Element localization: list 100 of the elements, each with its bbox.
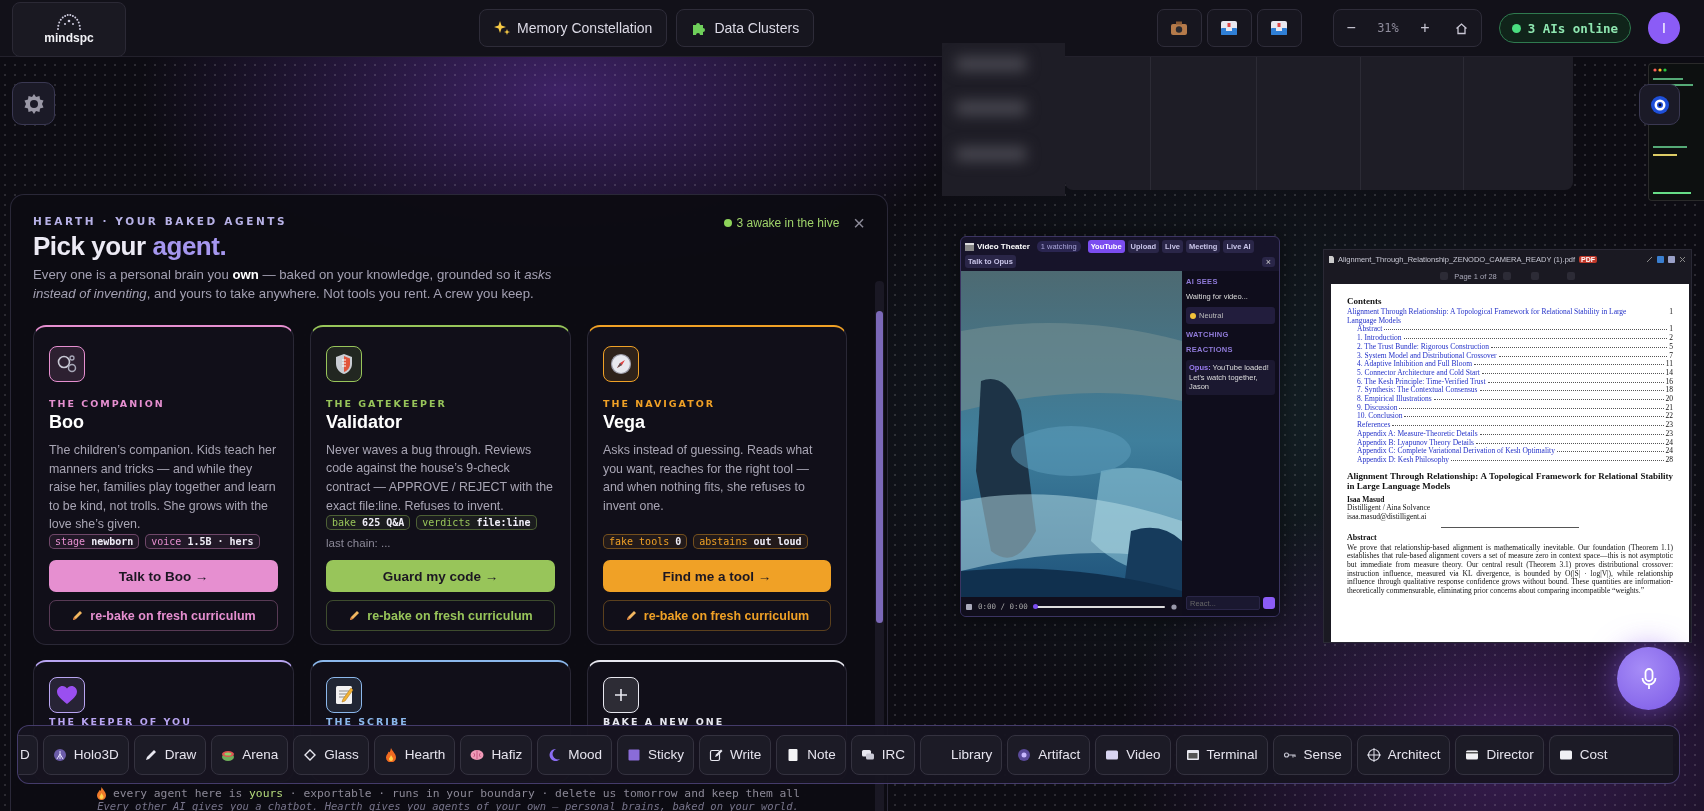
dock-item[interactable]: Sense (1272, 734, 1352, 775)
online-status: 3 AIs online (1498, 13, 1631, 43)
agent-tag: verdicts file:line (416, 515, 537, 531)
crayon-icon (348, 609, 362, 623)
edit-icon (708, 747, 723, 762)
document-title: Alignment Through Relationship: A Topological Framework for Relational Stability in Large Language Models (1347, 470, 1673, 492)
dock-item[interactable]: Library (920, 734, 1003, 775)
window-title: Video Theater (977, 242, 1030, 251)
panel-title: Pick your (33, 231, 146, 262)
expand-icon (1646, 255, 1653, 263)
agent-role: THE GATEKEEPER (326, 397, 448, 409)
agent-name: Boo (49, 412, 85, 433)
dock-item[interactable]: Note (776, 734, 846, 775)
crayon-icon (71, 609, 85, 622)
nav-button[interactable]: Memory Constellation (479, 9, 668, 47)
dock-item[interactable]: Director (1455, 734, 1544, 775)
notepad-icon (334, 684, 354, 706)
sparkle-icon (494, 20, 510, 36)
dock-item[interactable]: Terminal (1175, 734, 1268, 775)
window-icon (1185, 747, 1200, 762)
file-icon (1329, 255, 1334, 263)
dock-item[interactable]: Architect (1356, 734, 1451, 775)
agent-note: last chain: ... (326, 537, 392, 550)
dock-item[interactable]: IRC (850, 734, 915, 775)
avatar[interactable]: I (1648, 12, 1680, 44)
footer-text: every agent here is yours · exportable · runs in your boundary · delete us tomorrow and keep them all (113, 787, 800, 800)
dock-item[interactable]: D (18, 734, 38, 775)
section-label: HEARTH · YOUR BAKED AGENTS (33, 215, 288, 227)
dock-item[interactable]: Hearth (373, 734, 456, 775)
shield-icon (334, 352, 354, 375)
dock-item[interactable]: Sticky (616, 734, 694, 775)
window-dots-icon (1653, 68, 1667, 72)
brain-icon (470, 747, 485, 762)
camera-icon (1170, 20, 1189, 36)
intro-text: Every one is a personal brain you own — baked on your knowledge, grounded so it asks instead of inventing, and yours to take anywhere. Not tools you rent. A crew you keep. (33, 266, 553, 303)
agent-name: Validator (326, 411, 404, 433)
dock-item[interactable]: Video (1095, 734, 1171, 775)
rebake-button[interactable]: re-bake on fresh curriculum (49, 600, 278, 631)
pencil-icon (143, 747, 158, 762)
diamond-icon (303, 747, 318, 762)
tool-button[interactable] (1256, 9, 1302, 47)
play-icon (966, 603, 972, 610)
agent-role: BAKE A NEW ONE (603, 716, 726, 727)
close-button[interactable]: × (1261, 256, 1275, 267)
agent-action-button[interactable]: Find me a tool → (603, 560, 831, 592)
compass-icon (610, 353, 632, 375)
zoom-in-button[interactable]: + (1416, 19, 1434, 37)
eye-button[interactable] (1639, 84, 1680, 125)
close-button[interactable]: × (853, 215, 865, 231)
agent-tag: abstains out loud (693, 534, 808, 549)
dock-item[interactable]: Write (698, 734, 772, 775)
agent-tag: voice 1.5B · hers (145, 534, 260, 549)
microphone-button[interactable] (1617, 647, 1680, 710)
dock-item[interactable]: Holo3D (42, 734, 129, 775)
page-icon (786, 747, 801, 762)
send-button[interactable] (1263, 597, 1275, 609)
rebake-button[interactable]: re-bake on fresh curriculum (603, 600, 831, 631)
close-icon (1679, 255, 1686, 263)
logo[interactable]: mindspc (12, 1, 126, 57)
panel-title-accent: agent. (152, 231, 227, 262)
agent-action-button[interactable]: Guard my code → (326, 560, 555, 593)
dock-item[interactable]: Artifact (1007, 734, 1091, 775)
tool-button[interactable] (1206, 9, 1252, 47)
plus-icon (614, 688, 628, 702)
agent-action-button[interactable]: Talk to Boo → (49, 560, 278, 592)
eye-icon (1649, 94, 1670, 115)
puzzle-icon (691, 20, 708, 36)
dock-item[interactable]: Draw (133, 734, 207, 775)
agent-description: Never waves a bug through. Reviews code against the house’s 9-check contract — APPROVE / REJECT with the exact file:line. Refuses to invent. (326, 441, 554, 515)
rebake-button[interactable]: re-bake on fresh curriculum (326, 600, 555, 631)
agent-role: THE COMPANION (49, 398, 166, 409)
nav-button[interactable]: Data Clusters (676, 9, 815, 47)
agent-description: The children’s companion. Kids teach her manners and tricks — and while they raise her, families play together and learn to be kind, not trolls. She grows with the love she’s given. (49, 442, 278, 534)
agent-role: THE KEEPER OF YOU (49, 716, 193, 727)
settings-button[interactable] (12, 82, 55, 125)
figure-icon (52, 747, 67, 762)
flame-icon (383, 747, 398, 762)
agent-role: THE NAVIGATOR (603, 398, 717, 409)
agent-tag: fake tools 0 (603, 534, 688, 549)
agent-tag: stage newborn (49, 534, 140, 549)
abstract-heading: Abstract (1347, 532, 1378, 542)
home-icon (1455, 21, 1468, 35)
dock-item[interactable]: Glass (293, 734, 369, 775)
moon-icon (547, 747, 562, 762)
square-icon (626, 747, 641, 762)
dock-item[interactable]: Arena (211, 734, 289, 775)
agent-tag: bake 625 Q&A (326, 515, 411, 531)
dock-item[interactable]: Hafiz (460, 734, 533, 775)
contents-heading: Contents (1347, 296, 1383, 306)
zoom-level: 31% (1377, 21, 1399, 35)
dock-item[interactable]: Mood (537, 734, 612, 775)
bubbles-icon (56, 353, 78, 375)
seek-bar[interactable] (1033, 605, 1165, 608)
dock-item[interactable]: Cost (1548, 734, 1673, 775)
crayon-icon (624, 609, 638, 622)
clapper-icon (965, 242, 974, 251)
flame-icon (96, 787, 107, 800)
agent-description: Asks instead of guessing. Reads what you want, reaches for the right tool — and when nothing fits, she refuses to invent one. (603, 442, 814, 515)
zoom-out-button[interactable]: − (1342, 19, 1360, 37)
chat-icon (860, 747, 875, 762)
